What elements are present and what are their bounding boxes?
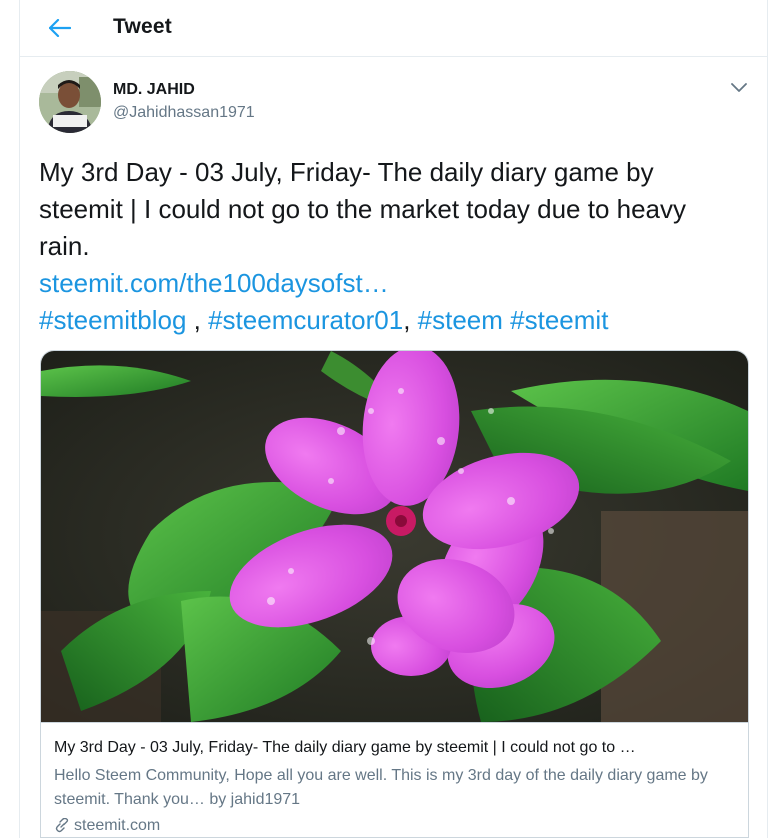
tweet-detail-column: Tweet MD. JAHID @Jahidhassan1971 My 3rd …	[19, 0, 768, 838]
page-title: Tweet	[113, 15, 172, 38]
link-icon	[55, 818, 69, 833]
tweet-link[interactable]: steemit.com/the100daysofst…	[39, 268, 389, 298]
hashtag-steemitblog[interactable]: #steemitblog	[39, 305, 186, 335]
page-header: Tweet	[20, 0, 767, 57]
hashtag-separator: ,	[186, 305, 209, 335]
more-options-button[interactable]	[727, 78, 751, 98]
tweet-text: My 3rd Day - 03 July, Friday- The daily …	[39, 157, 687, 261]
hashtag-steemcurator01[interactable]: #steemcurator01	[208, 305, 403, 335]
hashtag-separator: ,	[403, 305, 418, 335]
card-domain-text: steemit.com	[74, 817, 161, 834]
avatar[interactable]	[39, 71, 101, 133]
card-info: My 3rd Day - 03 July, Friday- The daily …	[41, 722, 748, 837]
chevron-down-icon	[731, 83, 747, 92]
hashtag-line: #steemitblog , #steemcurator01, #steem #…	[39, 302, 759, 339]
card-domain: steemit.com	[54, 817, 160, 835]
card-title: My 3rd Day - 03 July, Friday- The daily …	[54, 739, 636, 756]
card-image	[41, 351, 748, 722]
tweet-body: My 3rd Day - 03 July, Friday- The daily …	[39, 154, 739, 302]
link-preview-card[interactable]: My 3rd Day - 03 July, Friday- The daily …	[40, 350, 749, 838]
back-button[interactable]	[44, 14, 76, 42]
author-name[interactable]: MD. JAHID	[113, 81, 195, 99]
avatar-photo	[39, 71, 101, 133]
hashtag-steem[interactable]: #steem	[418, 305, 503, 335]
card-description: Hello Steem Community, Hope all you are …	[54, 767, 708, 808]
hashtag-steemit[interactable]: #steemit	[510, 305, 608, 335]
author-handle[interactable]: @Jahidhassan1971	[113, 104, 255, 122]
arrow-left-icon	[49, 19, 71, 37]
